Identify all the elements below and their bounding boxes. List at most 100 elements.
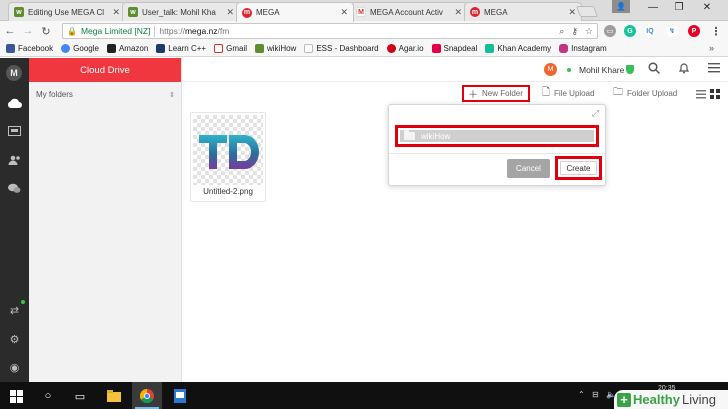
new-tab-button[interactable] <box>575 6 599 17</box>
profile-icon[interactable]: 👤 <box>612 0 630 13</box>
folder-tree-panel: Cloud Drive My folders ⇕ <box>29 58 182 382</box>
browser-toolbar: ← → ↻ 🔒 Mega Limited [NZ] https://mega.n… <box>0 21 728 41</box>
watermark-living: Living <box>681 392 716 407</box>
new-folder-button[interactable]: ＋ New Folder <box>462 85 530 102</box>
cloud-drive-header[interactable]: Cloud Drive <box>29 58 181 82</box>
site-identity[interactable]: Mega Limited [NZ] <box>81 26 150 36</box>
dialog-divider <box>389 153 605 154</box>
bookmark-label: wikiHow <box>267 44 297 53</box>
back-icon[interactable]: ← <box>2 25 18 37</box>
watermark-healthy: Healthy <box>633 392 680 407</box>
search-icon[interactable]: ⌕ <box>559 26 564 37</box>
close-icon[interactable]: ✕ <box>568 7 576 18</box>
key-icon[interactable]: ⚷ <box>571 26 578 37</box>
close-icon[interactable]: ✕ <box>454 7 462 18</box>
notifications-bell-icon[interactable] <box>678 62 690 77</box>
close-icon[interactable]: ✕ <box>340 7 348 18</box>
online-status-dot <box>21 300 25 304</box>
grammarly-icon[interactable]: G <box>624 25 636 37</box>
forward-icon[interactable]: → <box>20 25 36 37</box>
expand-icon[interactable]: ⤢ <box>592 108 599 119</box>
close-icon[interactable]: ✕ <box>226 7 234 18</box>
bookmark-star-icon[interactable]: ☆ <box>585 26 593 37</box>
more-bookmarks-icon[interactable]: » <box>709 43 714 53</box>
reload-icon[interactable]: ↻ <box>38 25 54 38</box>
bookmark-label: Agar.io <box>398 44 424 53</box>
bookmark-learn-cpp[interactable]: Learn C++ <box>156 44 206 53</box>
url-text: https://mega.nz/fm <box>159 26 229 36</box>
extension-icon[interactable]: ▭ <box>604 25 616 37</box>
tab-user-talk[interactable]: w User_talk: Mohil Kha ✕ <box>122 2 240 21</box>
bookmark-label: Gmail <box>226 44 247 53</box>
my-folders-row[interactable]: My folders ⇕ <box>29 82 181 99</box>
amazon-icon <box>106 44 116 53</box>
cortana-search-icon[interactable]: ○ <box>40 388 56 404</box>
bookmark-agar[interactable]: Agar.io <box>386 44 424 53</box>
snapdeal-icon <box>431 44 441 53</box>
windows-start-icon[interactable] <box>8 388 24 404</box>
network-icon[interactable]: ⊟ <box>592 390 599 399</box>
contacts-icon[interactable] <box>5 150 24 169</box>
url-scheme: https:// <box>159 26 185 36</box>
mega-icon: m <box>470 7 480 17</box>
page-icon <box>304 44 314 53</box>
search-icon[interactable] <box>648 62 661 77</box>
transfers-sync-icon[interactable]: ⇄ <box>5 301 24 320</box>
bookmark-label: Learn C++ <box>168 44 207 53</box>
bookmark-facebook[interactable]: Facebook <box>6 44 53 53</box>
mega-left-rail: M ⇄ ⚙ ◉ <box>0 58 29 382</box>
folder-upload-label: Folder Upload <box>627 89 678 98</box>
maximize-icon[interactable]: ❐ <box>666 1 692 15</box>
mega-status-icon[interactable]: ◉ <box>5 358 24 377</box>
bookmark-amazon[interactable]: Amazon <box>106 44 148 53</box>
minimize-icon[interactable]: — <box>640 1 666 15</box>
photos-app-icon[interactable] <box>172 388 188 404</box>
tab-editing-use-mega[interactable]: w Editing Use MEGA Cl ✕ <box>8 2 126 21</box>
settings-gear-icon[interactable]: ⚙ <box>5 330 24 349</box>
chat-icon[interactable] <box>5 179 24 198</box>
create-button[interactable]: Create <box>560 161 597 175</box>
file-tile[interactable]: Untitled-2.png <box>190 112 266 202</box>
bookmark-label: ESS - Dashboard <box>316 44 379 53</box>
mega-logo-icon[interactable]: M <box>6 65 22 81</box>
task-view-icon[interactable]: ▭ <box>72 388 88 404</box>
iq-extension-icon[interactable]: IQ <box>644 25 656 37</box>
tab-title: MEGA <box>484 7 508 17</box>
cancel-button[interactable]: Cancel <box>507 159 550 178</box>
folder-name-input[interactable]: wikiHow <box>400 130 594 142</box>
address-bar[interactable]: 🔒 Mega Limited [NZ] https://mega.nz/fm ⌕… <box>62 23 598 39</box>
file-upload-button[interactable]: 🗋 File Upload <box>538 85 599 102</box>
tab-mega-active[interactable]: m MEGA ✕ <box>236 2 354 22</box>
folder-upload-button[interactable]: 🗀 Folder Upload <box>609 85 681 102</box>
learncpp-icon <box>156 44 166 53</box>
bookmark-khan-academy[interactable]: Khan Academy <box>485 44 551 53</box>
bookmark-snapdeal[interactable]: Snapdeal <box>431 44 477 53</box>
agar-icon <box>386 44 396 53</box>
avatar[interactable]: M <box>544 63 557 76</box>
sort-icon[interactable]: ⇕ <box>169 91 175 99</box>
folder-upload-icon: 🗀 <box>613 87 623 98</box>
close-icon[interactable]: ✕ <box>112 7 120 18</box>
inbox-icon[interactable] <box>5 121 24 140</box>
tab-mega-2[interactable]: m MEGA ✕ <box>464 2 582 21</box>
main-menu-icon[interactable] <box>708 62 720 76</box>
mega-app: M ⇄ ⚙ ◉ Cloud Drive My folders ⇕ M Mohil… <box>0 58 728 382</box>
bookmark-instagram[interactable]: Instagram <box>559 44 607 53</box>
bookmark-ess-dashboard[interactable]: ESS - Dashboard <box>304 44 379 53</box>
menu-kebab-icon[interactable]: ⋮ <box>710 25 722 38</box>
file-explorer-icon[interactable] <box>106 388 122 404</box>
grid-view-icon[interactable] <box>706 85 724 102</box>
chrome-icon[interactable] <box>139 388 155 404</box>
bookmark-google[interactable]: Google <box>61 44 99 53</box>
mega-icon: m <box>242 7 252 18</box>
bookmark-wikihow[interactable]: wikiHow <box>255 44 296 53</box>
verified-shield-icon <box>626 65 634 74</box>
pinterest-icon[interactable]: P <box>688 25 700 37</box>
tray-expand-icon[interactable]: ⌃ <box>578 390 585 399</box>
sync-extension-icon[interactable]: ↯ <box>666 25 678 37</box>
cloud-drive-icon[interactable] <box>5 93 24 112</box>
tab-mega-account-activation[interactable]: M MEGA Account Activ ✕ <box>350 2 468 21</box>
username[interactable]: Mohil Khare <box>579 65 624 75</box>
bookmark-gmail[interactable]: Gmail <box>214 44 247 53</box>
window-close-icon[interactable]: ✕ <box>694 1 720 15</box>
